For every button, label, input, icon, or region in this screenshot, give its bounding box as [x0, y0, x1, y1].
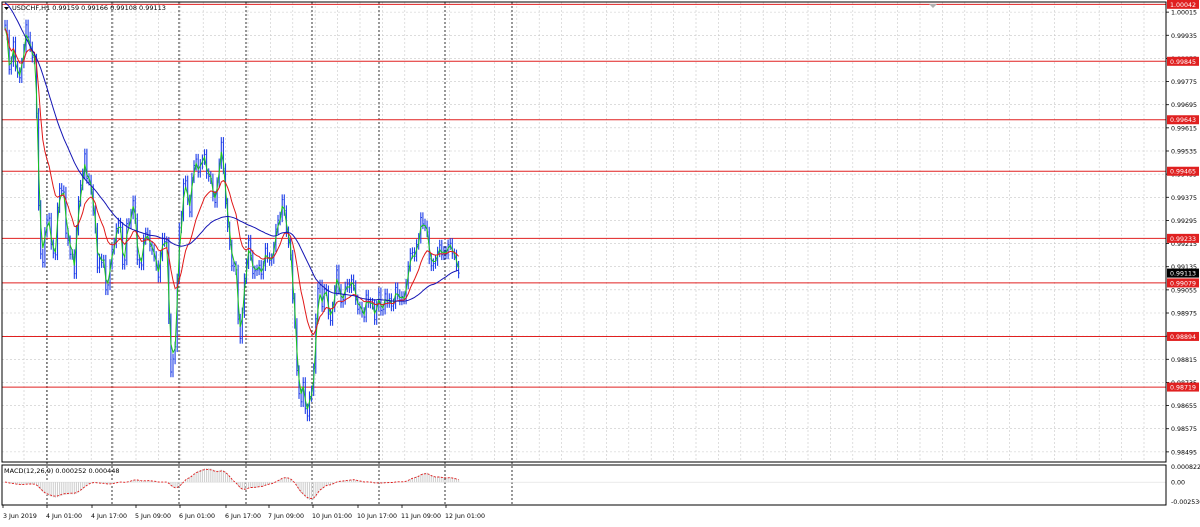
level-badge-label: 0.98894 [1170, 334, 1196, 341]
time-tick-label: 10 Jun 17:00 [357, 513, 397, 520]
macd-tick-label: 0.000822 [1171, 464, 1200, 471]
time-tick-label: 6 Jun 17:00 [225, 513, 261, 520]
level-badge-label: 0.99643 [1170, 117, 1196, 124]
time-tick-label: 4 Jun 01:00 [46, 513, 82, 520]
chart-window[interactable]: 1.000150.999350.998550.997750.996950.996… [0, 0, 1200, 523]
price-tick-label: 0.99935 [1171, 33, 1197, 40]
current-price-label: 0.99113 [1170, 271, 1196, 278]
price-tick-label: 0.99535 [1171, 148, 1197, 155]
macd-tick-label: 0.00 [1171, 480, 1185, 487]
price-tick-label: 0.98495 [1171, 449, 1197, 456]
level-badge-label: 0.99845 [1170, 59, 1196, 66]
symbol-info: USDCHF,H1 0.99159 0.99166 0.99108 0.9911… [12, 4, 166, 12]
time-tick-label: 11 Jun 09:00 [401, 513, 441, 520]
time-tick-label: 6 Jun 01:00 [179, 513, 215, 520]
price-tick-label: 0.99695 [1171, 102, 1197, 109]
time-tick-label: 10 Jun 01:00 [312, 513, 352, 520]
time-tick-label: 5 Jun 09:00 [135, 513, 171, 520]
time-tick-label: 7 Jun 09:00 [268, 513, 304, 520]
price-tick-label: 0.99775 [1171, 79, 1197, 86]
macd-label: MACD(12,26,9) 0.000252 0.000448 [4, 467, 120, 475]
price-tick-label: 0.99295 [1171, 218, 1197, 225]
time-tick-label: 4 Jun 17:00 [91, 513, 127, 520]
level-badge-label: 0.99465 [1170, 169, 1196, 176]
time-tick-label: 3 Jun 2019 [3, 513, 37, 520]
level-badge-label: 0.99079 [1170, 280, 1196, 287]
level-badge-label: 1.00042 [1170, 2, 1196, 9]
price-chart[interactable]: 1.000150.999350.998550.997750.996950.996… [0, 0, 1200, 523]
price-tick-label: 0.99055 [1171, 287, 1197, 294]
level-badge-label: 0.99233 [1170, 236, 1196, 243]
macd-tick-label: -0.002536 [1171, 499, 1200, 506]
price-tick-label: 0.98575 [1171, 426, 1197, 433]
price-tick-label: 0.99615 [1171, 125, 1197, 132]
price-tick-label: 0.98655 [1171, 403, 1197, 410]
level-badge-label: 0.98719 [1170, 385, 1196, 392]
price-tick-label: 0.98975 [1171, 311, 1197, 318]
time-tick-label: 12 Jun 01:00 [445, 513, 485, 520]
price-tick-label: 1.00015 [1171, 10, 1197, 17]
price-tick-label: 0.98815 [1171, 357, 1197, 364]
price-tick-label: 0.99375 [1171, 195, 1197, 202]
